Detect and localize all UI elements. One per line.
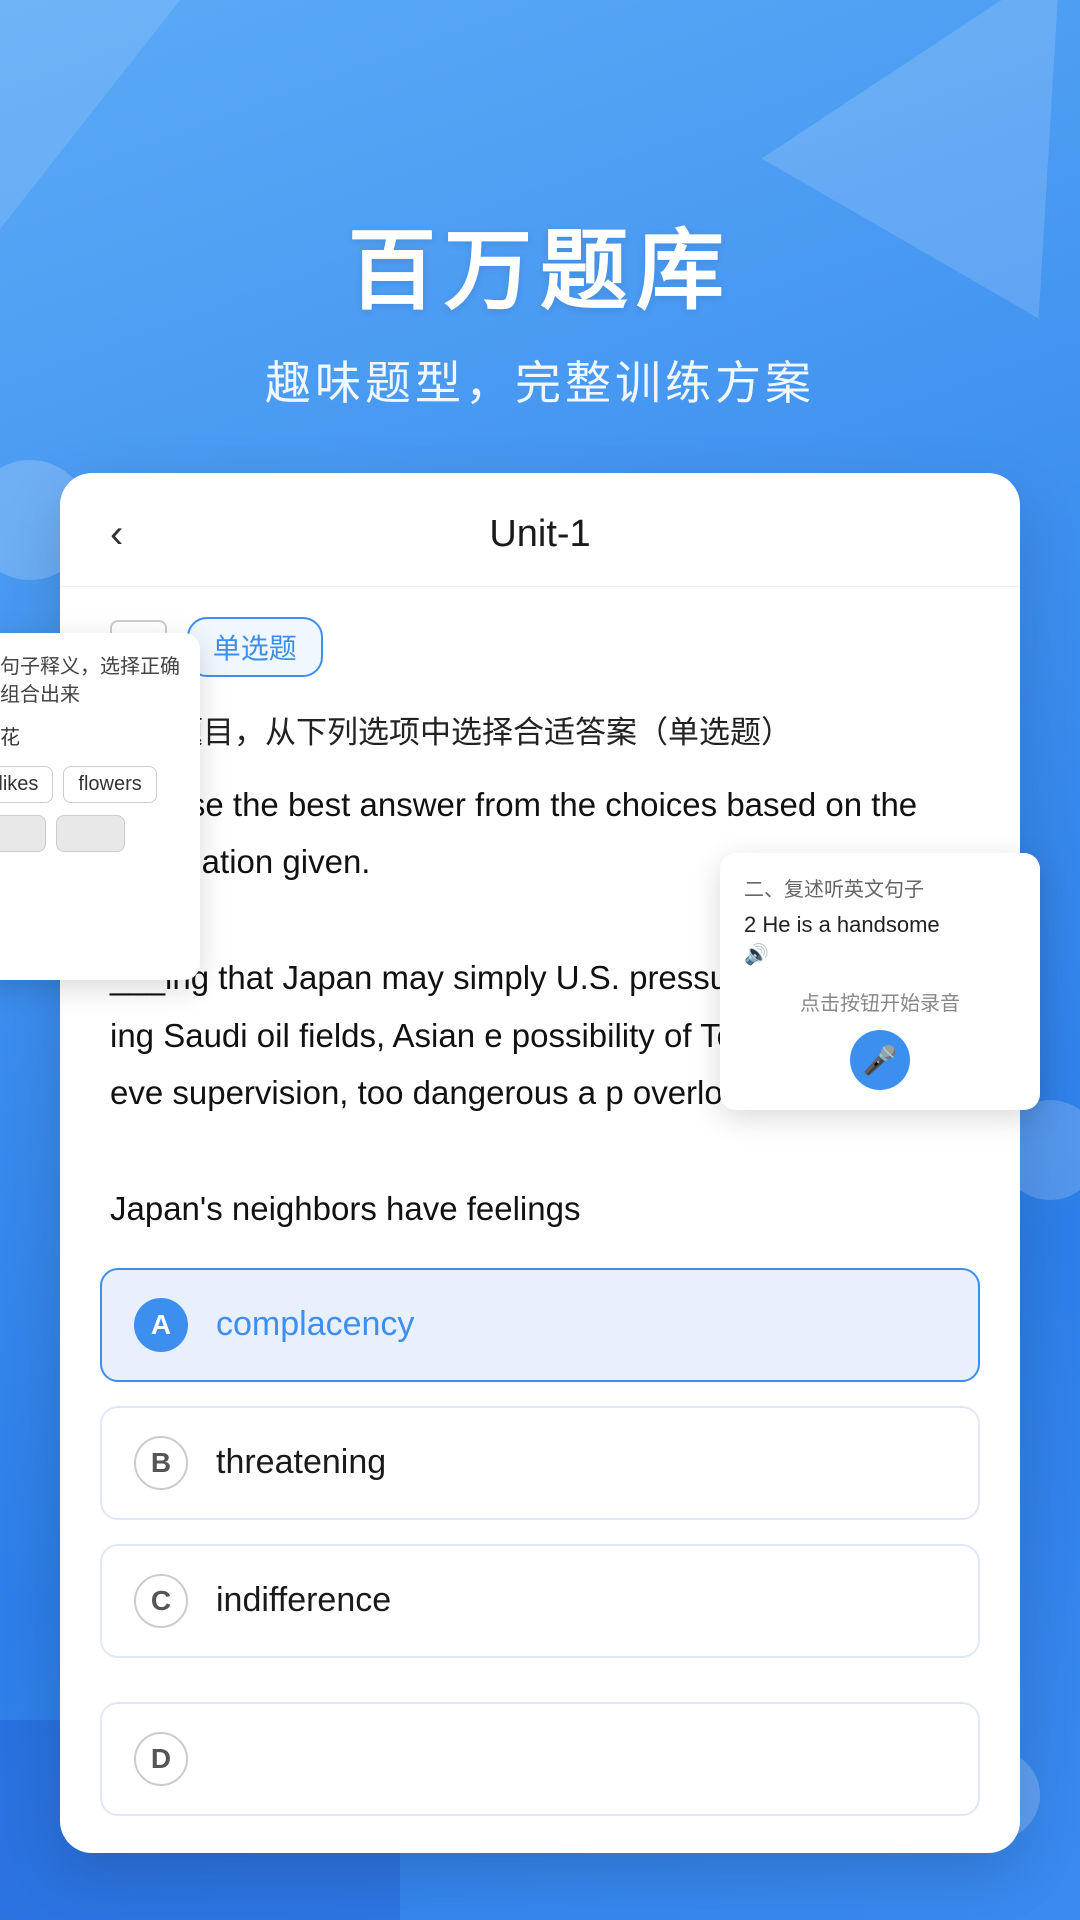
popup-right: 二、复述听英文句子 2 He is a handsome 🔊 点击按钮开始录音 … [720, 853, 1040, 1110]
card-unit-title: Unit-1 [489, 513, 590, 556]
header-subtitle: 趣味题型，完整训练方案 [0, 347, 1080, 413]
option-a-letter: A [134, 1298, 188, 1352]
option-b-text: threatening [216, 1443, 386, 1482]
mic-icon: 🎤 [863, 1044, 898, 1077]
header-area: 百万题库 趣味题型，完整训练方案 [0, 0, 1080, 473]
popup-right-sentence: 2 He is a handsome [744, 912, 1016, 938]
option-a-text: complacency [216, 1305, 414, 1344]
word-chips-extra: flower [0, 911, 180, 948]
question-instruction: 根据题目，从下列选项中选择合适答案（单选题） [110, 707, 970, 760]
speaker-icon[interactable]: 🔊 [744, 942, 1016, 967]
option-d-letter: D [134, 1732, 188, 1786]
option-a[interactable]: A complacency [100, 1268, 980, 1382]
option-b[interactable]: B threatening [100, 1406, 980, 1520]
option-c-text: indifference [216, 1581, 391, 1620]
card-header: ‹ Unit-1 [60, 473, 1020, 587]
blank-chip-3[interactable] [56, 815, 124, 852]
popup-left-instruction: 根据给出的句子释义，选择正确顺序把句子组合出来 [0, 653, 180, 709]
option-d[interactable]: D [100, 1702, 980, 1816]
record-label: 点击按钮开始录音 [744, 987, 1016, 1016]
word-chips-available: Jane likes flowers [0, 766, 180, 803]
word-chips-blanks: like [0, 815, 180, 899]
option-b-letter: B [134, 1436, 188, 1490]
header-title: 百万题库 [0, 200, 1080, 327]
popup-right-label: 二、复述听英文句子 [744, 873, 1016, 902]
question-type: 单选题 [187, 617, 323, 677]
mic-button[interactable]: 🎤 [850, 1030, 910, 1090]
option-c[interactable]: C indifference [100, 1544, 980, 1658]
option-c-letter: C [134, 1574, 188, 1628]
word-chip-likes[interactable]: likes [0, 766, 53, 803]
blank-chip-2[interactable] [0, 815, 46, 852]
answer-options: A complacency B threatening C indifferen… [60, 1258, 1020, 1702]
back-button[interactable]: ‹ [110, 512, 123, 557]
word-chip-flowers[interactable]: flowers [63, 766, 156, 803]
popup-left-example: 1 Jane喜欢花 [0, 721, 180, 750]
main-card: 根据给出的句子释义，选择正确顺序把句子组合出来 1 Jane喜欢花 Jane l… [60, 473, 1020, 1853]
question-meta: 1 单选题 [60, 587, 1020, 697]
popup-left: 根据给出的句子释义，选择正确顺序把句子组合出来 1 Jane喜欢花 Jane l… [0, 633, 200, 980]
